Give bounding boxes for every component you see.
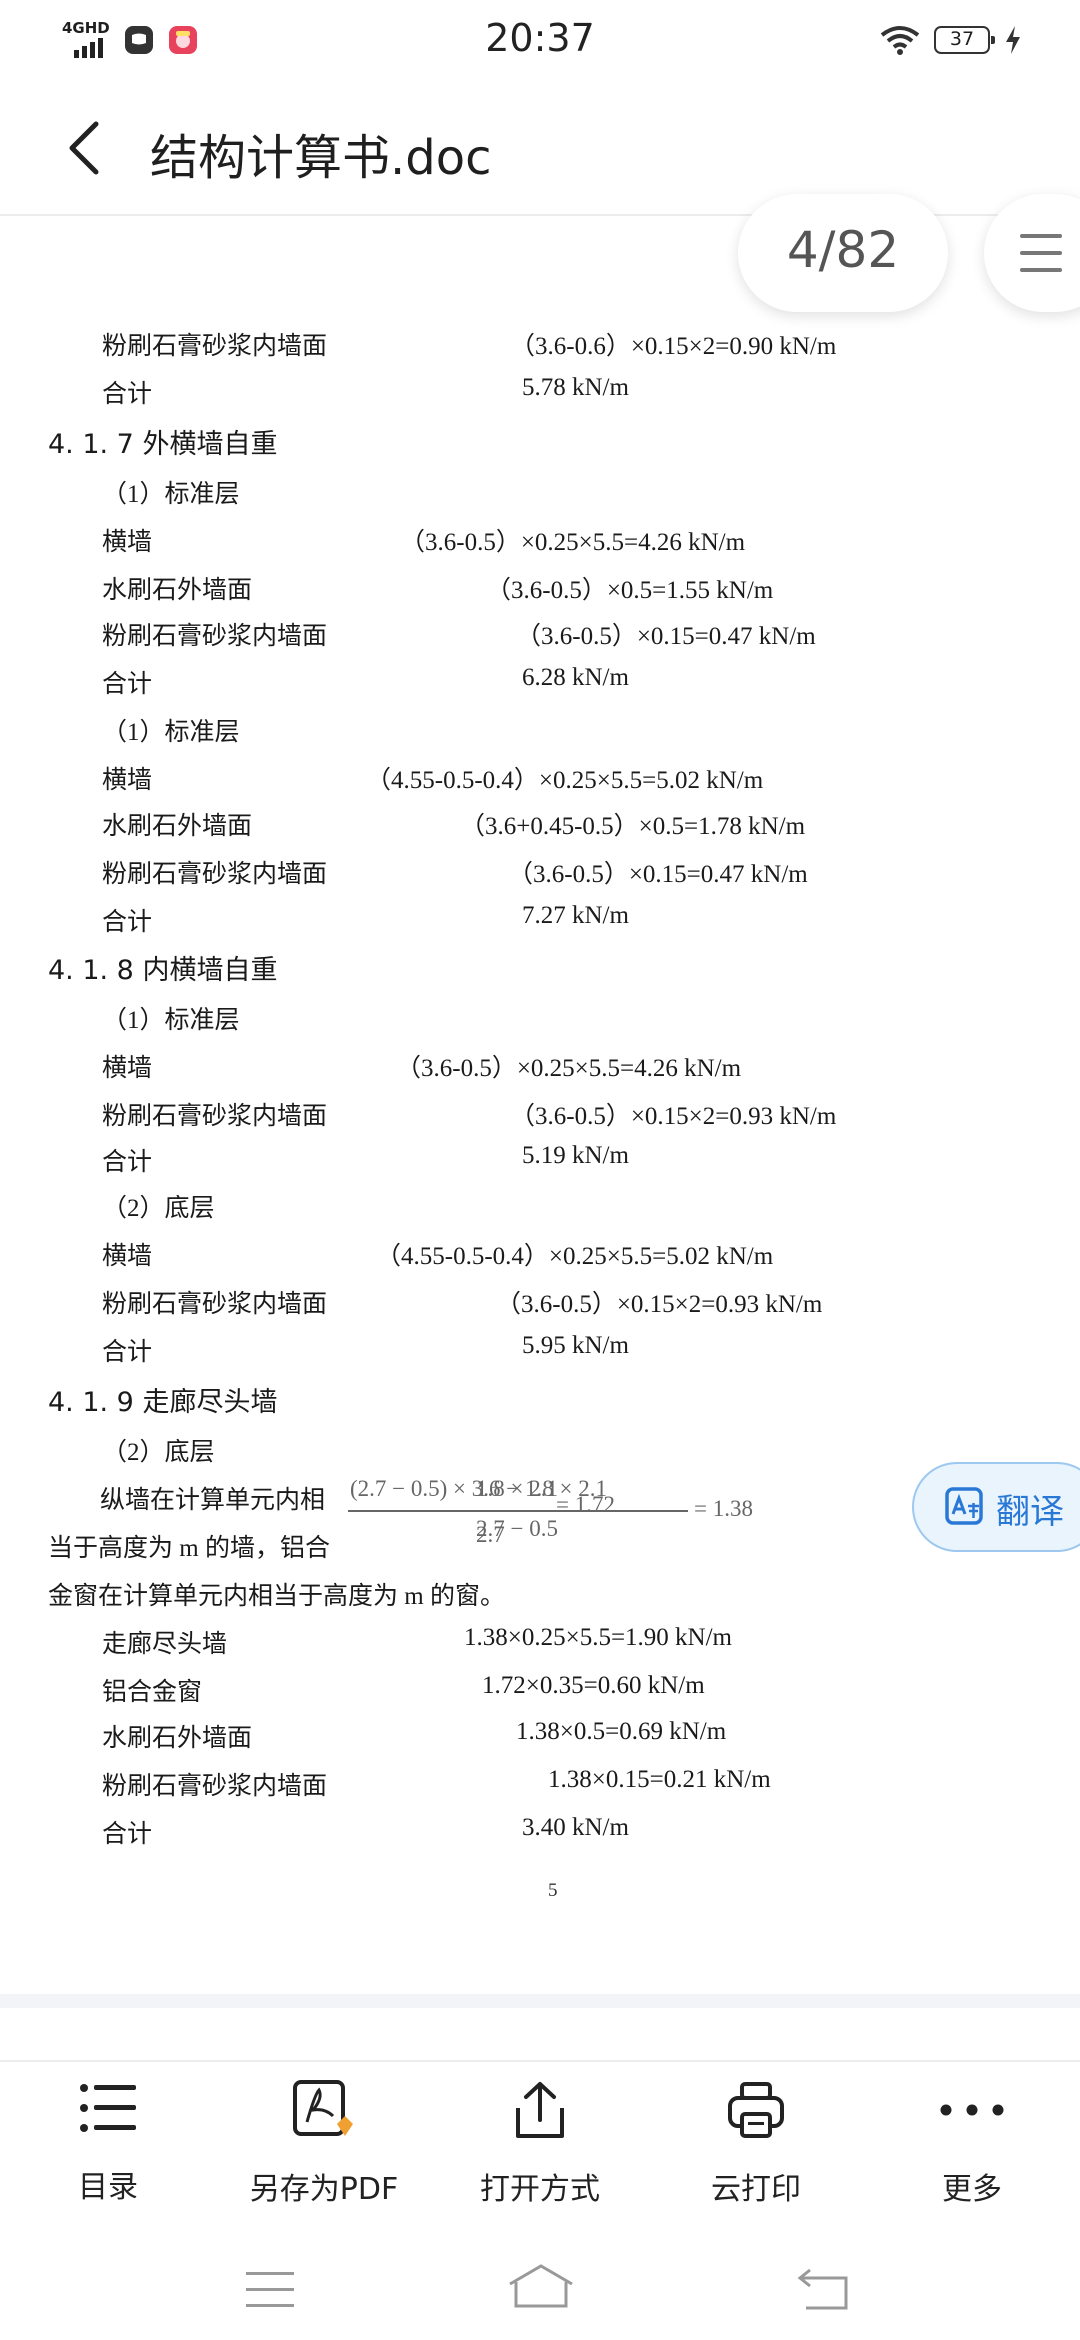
more-button[interactable]: 更多 bbox=[882, 2080, 1062, 2220]
recent-apps-icon[interactable] bbox=[244, 2270, 296, 2310]
page-indicator[interactable]: 4/82 bbox=[738, 194, 948, 312]
bottom-toolbar: 目录 另存为PDF 打开方式 云打印 更多 bbox=[0, 2060, 1080, 2222]
doc-line: （3.6-0.5）×0.15×2=0.93 kN/m bbox=[510, 1103, 837, 1130]
system-nav-bar bbox=[0, 2230, 1080, 2340]
toc-label: 目录 bbox=[78, 2170, 138, 2205]
status-right: 37 bbox=[880, 24, 1022, 56]
doc-line: （3.6-0.5）×0.15=0.47 kN/m bbox=[516, 623, 816, 650]
doc-line: （1）标准层 bbox=[102, 719, 240, 746]
doc-line: 粉刷石膏砂浆内墙面 bbox=[102, 861, 328, 888]
doc-line: 1.38×0.25×5.5=1.90 kN/m bbox=[464, 1624, 732, 1651]
doc-line: 5.95 kN/m bbox=[522, 1332, 629, 1359]
doc-line: （3.6-0.6）×0.15×2=0.90 kN/m bbox=[510, 333, 837, 360]
app-header: 结构计算书.doc bbox=[0, 80, 1080, 216]
doc-line: （1）标准层 bbox=[102, 1007, 240, 1034]
printer-icon bbox=[728, 2082, 784, 2138]
doc-line: 水刷石外墙面 bbox=[102, 577, 253, 604]
wifi-icon bbox=[880, 26, 920, 55]
doc-line: （2）底层 bbox=[102, 1439, 215, 1466]
more-label: 更多 bbox=[942, 2172, 1002, 2207]
doc-line: 合计 bbox=[102, 1821, 153, 1848]
doc-line: 5.78 kN/m bbox=[522, 374, 629, 401]
open-with-button[interactable]: 打开方式 bbox=[450, 2080, 630, 2220]
doc-line: 7.27 kN/m bbox=[522, 902, 629, 929]
doc-line: 粉刷石膏砂浆内墙面 bbox=[102, 1773, 328, 1800]
charging-icon bbox=[1006, 26, 1020, 54]
doc-line: （3.6-0.5）×0.25×5.5=4.26 kN/m bbox=[396, 1055, 742, 1082]
doc-line: 合计 bbox=[102, 381, 153, 408]
document-title: 结构计算书.doc bbox=[150, 130, 492, 186]
doc-line: 粉刷石膏砂浆内墙面 bbox=[102, 1103, 328, 1130]
doc-line: 横墙 bbox=[102, 1055, 153, 1082]
save-as-pdf-button[interactable]: 另存为PDF bbox=[234, 2080, 414, 2220]
doc-line: 粉刷石膏砂浆内墙面 bbox=[102, 1291, 328, 1318]
more-dots-icon bbox=[940, 2104, 1004, 2116]
doc-line: 铝合金窗 bbox=[102, 1679, 203, 1706]
equation-denominator-alt: 2.7 bbox=[476, 1522, 505, 1547]
doc-line: （3.6-0.5）×0.5=1.55 kN/m bbox=[486, 577, 774, 604]
doc-line: 横墙 bbox=[102, 529, 153, 556]
page-number: 5 bbox=[548, 1880, 558, 1901]
doc-line: （3.6-0.5）×0.15×2=0.93 kN/m bbox=[496, 1291, 823, 1318]
doc-line: 水刷石外墙面 bbox=[102, 813, 253, 840]
doc-line: 金窗在计算单元内相当于高度为 m 的窗。 bbox=[48, 1583, 505, 1610]
doc-line: （3.6+0.45-0.5）×0.5=1.78 kN/m bbox=[460, 813, 806, 840]
menu-icon bbox=[1020, 234, 1062, 238]
battery-icon: 37 bbox=[934, 26, 995, 54]
doc-line: 合计 bbox=[102, 909, 153, 936]
home-icon[interactable] bbox=[506, 2262, 576, 2312]
doc-line: 5.19 kN/m bbox=[522, 1142, 629, 1169]
cloud-print-label: 云打印 bbox=[711, 2172, 801, 2207]
toc-button[interactable]: 目录 bbox=[18, 2080, 198, 2220]
document-page[interactable]: 粉刷石膏砂浆内墙面 （3.6-0.6）×0.15×2=0.90 kN/m 合计 … bbox=[0, 216, 1080, 1996]
doc-line: （1）标准层 bbox=[102, 481, 240, 508]
doc-line: 1.72×0.35=0.60 kN/m bbox=[482, 1672, 705, 1699]
page-gap bbox=[0, 1994, 1080, 2008]
open-with-label: 打开方式 bbox=[480, 2172, 600, 2207]
doc-line: 粉刷石膏砂浆内墙面 bbox=[102, 623, 328, 650]
doc-line: 粉刷石膏砂浆内墙面 bbox=[102, 333, 328, 360]
section-heading: 4. 1. 9 走廊尽头墙 bbox=[48, 1387, 278, 1418]
list-icon bbox=[80, 2084, 136, 2132]
equation-result-alt: = 1.72 bbox=[556, 1492, 615, 1517]
doc-line: （2）底层 bbox=[102, 1195, 215, 1222]
doc-line: 横墙 bbox=[102, 767, 153, 794]
doc-line: 横墙 bbox=[102, 1243, 153, 1270]
pdf-icon bbox=[293, 2080, 353, 2136]
doc-line: 1.38×0.5=0.69 kN/m bbox=[516, 1718, 727, 1745]
doc-line: 6.28 kN/m bbox=[522, 664, 629, 691]
doc-line: 3.40 kN/m bbox=[522, 1814, 629, 1841]
doc-line: 合计 bbox=[102, 1149, 153, 1176]
share-icon bbox=[516, 2082, 564, 2138]
cloud-print-button[interactable]: 云打印 bbox=[666, 2080, 846, 2220]
doc-line: （4.55-0.5-0.4）×0.25×5.5=5.02 kN/m bbox=[376, 1243, 774, 1270]
doc-line: 水刷石外墙面 bbox=[102, 1725, 253, 1752]
fraction-bar bbox=[348, 1510, 688, 1512]
doc-line: 当于高度为 m 的墙，铝合 bbox=[48, 1535, 330, 1562]
section-heading: 4. 1. 7 外横墙自重 bbox=[48, 429, 278, 460]
equation-result: = 1.38 bbox=[694, 1496, 753, 1521]
doc-line: 走廊尽头墙 bbox=[102, 1631, 228, 1658]
doc-line: 合计 bbox=[102, 1339, 153, 1366]
back-arrow-icon[interactable] bbox=[60, 118, 110, 178]
doc-line: 1.38×0.15=0.21 kN/m bbox=[548, 1766, 771, 1793]
doc-line: （3.6-0.5）×0.25×5.5=4.26 kN/m bbox=[400, 529, 746, 556]
equation: (2.7 − 0.5) × 3.6 − 1.8 × 2.1 1.8 × 2.1 … bbox=[348, 1476, 768, 1547]
equation-numerator-alt: 1.8 × 2.1 bbox=[476, 1476, 558, 1501]
doc-line: 纵墙在计算单元内相 bbox=[100, 1487, 326, 1514]
status-bar: 4GHD 20:37 37 bbox=[0, 0, 1080, 80]
doc-line: （3.6-0.5）×0.15=0.47 kN/m bbox=[508, 861, 808, 888]
translate-button[interactable]: 翻译 bbox=[912, 1462, 1080, 1552]
translate-icon bbox=[945, 1487, 983, 1525]
back-nav-icon[interactable] bbox=[796, 2266, 852, 2312]
doc-line: （4.55-0.5-0.4）×0.25×5.5=5.02 kN/m bbox=[366, 767, 764, 794]
doc-line: 合计 bbox=[102, 671, 153, 698]
save-as-pdf-label: 另存为PDF bbox=[249, 2172, 399, 2207]
translate-label: 翻译 bbox=[996, 1492, 1064, 1532]
section-heading: 4. 1. 8 内横墙自重 bbox=[48, 955, 278, 986]
